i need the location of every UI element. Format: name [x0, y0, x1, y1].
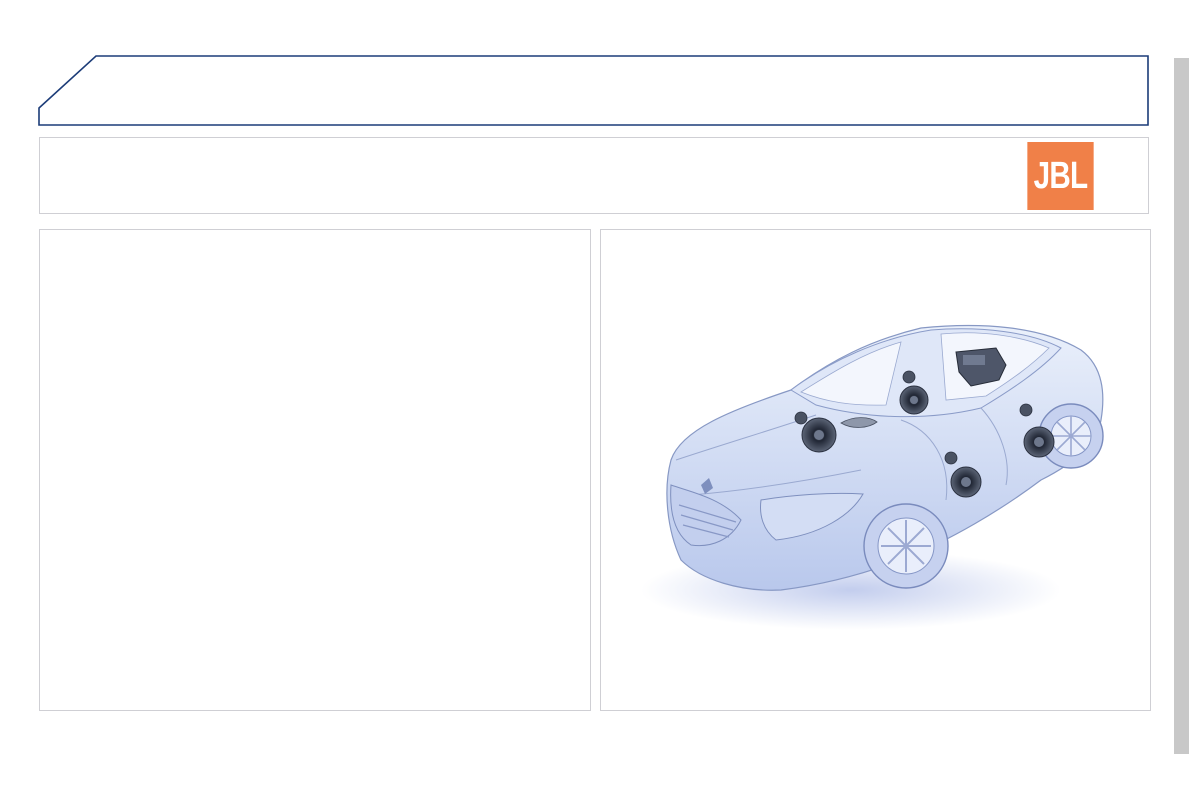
illustration-panel	[600, 229, 1151, 711]
jbl-logo: JBL	[1027, 142, 1094, 210]
brand-strip	[39, 137, 1149, 214]
jbl-logo-text: JBL	[1033, 154, 1088, 197]
header-banner	[38, 55, 1149, 126]
car-cutaway-illustration	[641, 324, 1104, 630]
scrollbar[interactable]	[1174, 58, 1189, 754]
text-panel	[39, 229, 591, 711]
